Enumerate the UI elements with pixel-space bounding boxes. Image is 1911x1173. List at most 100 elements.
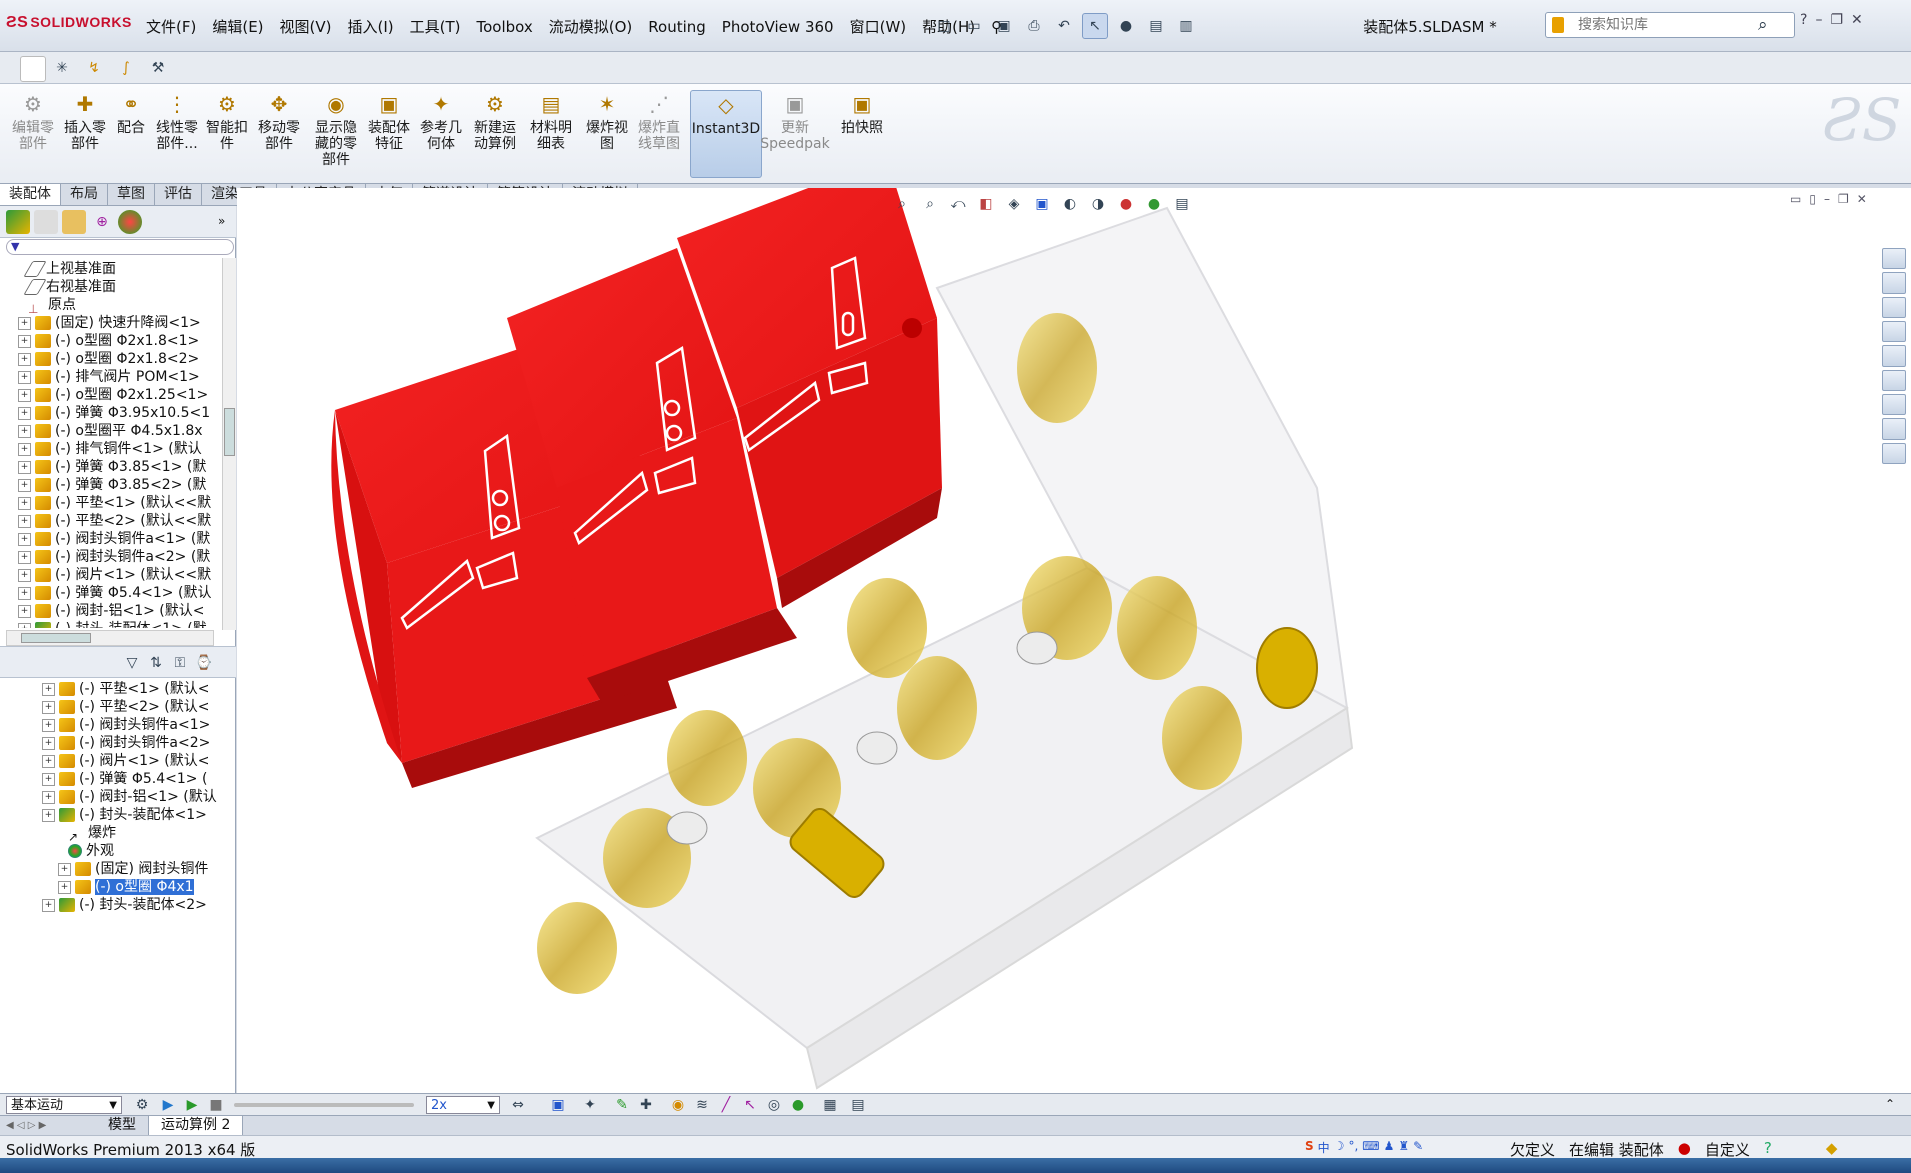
gravity-icon[interactable]: ● xyxy=(786,1093,810,1117)
section-view-icon[interactable]: ◧ xyxy=(974,192,998,216)
tab-nav-arrows[interactable]: ◀ ◁ ▷ ▶ xyxy=(0,1116,96,1135)
ime-logo-icon[interactable]: S xyxy=(1305,1139,1314,1156)
expand-icon[interactable]: + xyxy=(18,586,31,600)
resources-icon[interactable] xyxy=(1882,248,1906,270)
tree-scrollbar[interactable] xyxy=(222,258,236,630)
file-explorer-icon[interactable] xyxy=(1882,296,1906,318)
search-results-icon[interactable] xyxy=(1882,320,1906,343)
view-settings-icon[interactable]: ▤ xyxy=(1170,192,1194,216)
hide-show-icon[interactable]: ◑ xyxy=(1086,192,1110,216)
dimxpert-tab-icon[interactable]: ⊕ xyxy=(90,210,114,234)
command-new-motion-study-button[interactable]: ⚙ 新建运 动算例 xyxy=(472,90,518,152)
expand-icon[interactable]: + xyxy=(58,880,71,894)
expand-icon[interactable]: + xyxy=(18,568,31,582)
expand-icon[interactable]: + xyxy=(18,514,31,528)
rebuild-indicator-icon[interactable]: ● xyxy=(1678,1139,1691,1160)
tree-filter[interactable]: ▼ xyxy=(6,239,234,255)
expand-icon[interactable]: + xyxy=(18,622,31,628)
expand-icon[interactable]: + xyxy=(18,532,31,546)
study-type-select[interactable]: 基本运动 ▼ xyxy=(6,1096,122,1114)
menu-item-2[interactable]: 视图(V) xyxy=(272,16,340,38)
expand-icon[interactable]: + xyxy=(18,550,31,564)
zoom-to-fit-icon[interactable]: ⌕ xyxy=(890,192,914,216)
ime-user-icon[interactable]: ♟ xyxy=(1384,1139,1395,1156)
expand-icon[interactable]: + xyxy=(42,736,55,750)
open-document-icon[interactable]: ▭ xyxy=(962,14,986,38)
expand-panel-icon[interactable]: » xyxy=(218,214,225,228)
tab-0[interactable]: 装配体 xyxy=(0,184,61,205)
command-explode-line-button[interactable]: ⋰ 爆炸直 线草图 xyxy=(634,90,684,152)
viewport-minimize-icon[interactable]: – xyxy=(1824,192,1830,206)
expand-icon[interactable]: + xyxy=(42,718,55,732)
expand-icon[interactable]: + xyxy=(18,406,31,420)
view-orientation-icon[interactable]: ▣ xyxy=(1030,192,1054,216)
menu-item-4[interactable]: 工具(T) xyxy=(402,16,469,38)
scroll-thumb[interactable] xyxy=(224,408,235,456)
expand-icon[interactable]: + xyxy=(42,682,55,696)
property-manager-tab-icon[interactable] xyxy=(34,210,58,234)
animation-wizard-icon[interactable]: ✦ xyxy=(578,1093,602,1117)
menu-item-1[interactable]: 编辑(E) xyxy=(204,16,271,38)
feature-manager-tab-icon[interactable] xyxy=(6,210,30,234)
command-mate-button[interactable]: ⚭ 配合 xyxy=(114,90,148,136)
file-properties-icon[interactable]: ▤ xyxy=(1144,14,1168,38)
apply-scene-icon[interactable]: ● xyxy=(1142,192,1166,216)
command-smart-fastener-button[interactable]: ⚙ 智能扣 件 xyxy=(204,90,250,152)
menu-item-0[interactable]: 文件(F) xyxy=(138,16,204,38)
appearances-icon[interactable] xyxy=(1882,369,1906,391)
tile-vertical-icon[interactable]: ▯ xyxy=(1809,192,1816,206)
expand-icon[interactable]: + xyxy=(42,808,55,822)
restore-icon[interactable]: ❐ xyxy=(1830,12,1843,28)
model-tab-0[interactable]: 模型 xyxy=(96,1116,149,1135)
command-reference-geometry-button[interactable]: ✦ 参考几 何体 xyxy=(418,90,464,152)
tools-icon[interactable]: ⚒ xyxy=(146,56,170,80)
ime-shirt-icon[interactable]: ♜ xyxy=(1398,1139,1409,1156)
status-help-icon[interactable]: ? xyxy=(1764,1139,1772,1160)
motion-study-properties-icon[interactable]: ▤ xyxy=(846,1093,870,1117)
expand-icon[interactable]: + xyxy=(18,370,31,384)
spring-icon[interactable]: ≋ xyxy=(690,1093,714,1117)
blank-document-icon[interactable] xyxy=(20,56,46,82)
select-icon[interactable]: ↖ xyxy=(1082,13,1108,39)
command-bom-button[interactable]: ▤ 材料明 细表 xyxy=(528,90,574,152)
playback-slider[interactable] xyxy=(234,1103,414,1107)
options-icon[interactable]: ▥ xyxy=(1174,14,1198,38)
expand-icon[interactable]: + xyxy=(42,898,55,912)
spline-tool-icon[interactable]: ∫ xyxy=(114,56,138,80)
command-snapshot-button[interactable]: ▣ 拍快照 xyxy=(836,90,888,136)
expand-icon[interactable]: + xyxy=(18,478,31,492)
play-from-start-icon[interactable]: ▶ xyxy=(156,1093,180,1117)
menu-item-6[interactable]: 流动模拟(O) xyxy=(541,16,641,38)
contact-icon[interactable]: ◎ xyxy=(762,1093,786,1117)
ime-punct-icon[interactable]: °, xyxy=(1348,1139,1358,1156)
status-tag-icon[interactable]: ◆ xyxy=(1826,1139,1838,1160)
force-icon[interactable]: ↖ xyxy=(738,1093,762,1117)
command-linear-pattern-button[interactable]: ⋮ 线性零 部件... xyxy=(152,90,202,152)
display-style-icon[interactable]: ◐ xyxy=(1058,192,1082,216)
new-document-icon[interactable]: □ xyxy=(932,14,956,38)
hscroll-thumb[interactable] xyxy=(21,633,91,643)
model-tab-1[interactable]: 运动算例 2 xyxy=(149,1116,244,1135)
command-assembly-feature-button[interactable]: ▣ 装配体 特征 xyxy=(366,90,412,152)
flyout-sort-icon[interactable]: ⇅ xyxy=(144,651,168,675)
close-icon[interactable]: ✕ xyxy=(1851,12,1863,28)
expand-icon[interactable]: + xyxy=(18,334,31,348)
stop-icon[interactable]: ■ xyxy=(204,1093,228,1117)
motor-icon[interactable]: ◉ xyxy=(666,1093,690,1117)
ime-moon-icon[interactable]: ☽ xyxy=(1334,1139,1345,1156)
save-animation-icon[interactable]: ▣ xyxy=(546,1093,570,1117)
undo-icon[interactable]: ↶ xyxy=(1052,14,1076,38)
playback-speed-select[interactable]: 2x ▼ xyxy=(426,1096,500,1114)
expand-icon[interactable]: + xyxy=(42,754,55,768)
assembly-model[interactable] xyxy=(237,188,1911,1093)
dynamic-annotation-icon[interactable]: ◈ xyxy=(1002,192,1026,216)
search-input[interactable] xyxy=(1576,16,1770,34)
menu-item-5[interactable]: Toolbox xyxy=(469,16,541,38)
ime-wrench-icon[interactable]: ✎ xyxy=(1413,1139,1423,1156)
expand-icon[interactable]: + xyxy=(42,772,55,786)
forum-icon[interactable] xyxy=(1882,418,1906,440)
command-exploded-view-button[interactable]: ✶ 爆炸视 图 xyxy=(584,90,630,152)
expand-icon[interactable]: + xyxy=(18,424,31,438)
command-show-hidden-button[interactable]: ◉ 显示隐 藏的零 部件 xyxy=(310,90,362,168)
ime-keyboard-icon[interactable]: ⌨ xyxy=(1362,1139,1379,1156)
